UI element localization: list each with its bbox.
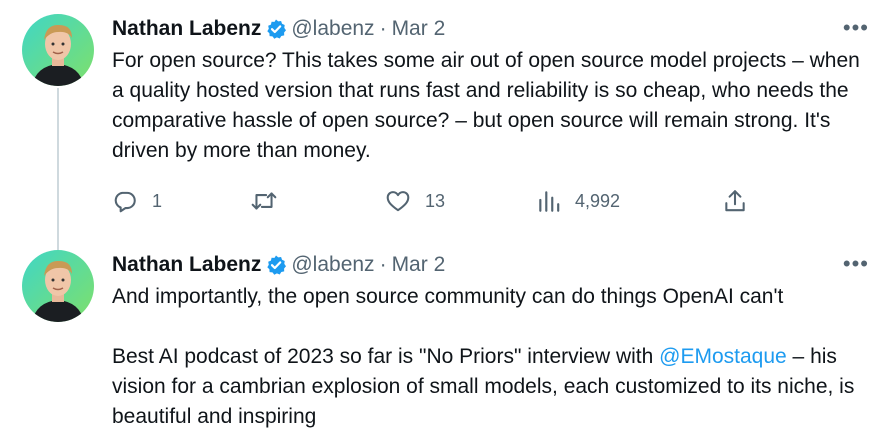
tweet-paragraph: And importantly, the open source communi… xyxy=(112,285,784,308)
reply-icon xyxy=(112,188,138,214)
like-count: 13 xyxy=(425,190,446,211)
tweet-header: Nathan Labenz @labenz · Mar 2 xyxy=(112,14,445,44)
avatar[interactable] xyxy=(22,250,94,322)
more-options-icon[interactable]: ••• xyxy=(843,253,869,275)
tweet-date[interactable]: Mar 2 xyxy=(392,253,446,277)
author-name[interactable]: Nathan Labenz xyxy=(112,17,261,41)
tweet-text-segment: Best AI podcast of 2023 so far is "No Pr… xyxy=(112,345,660,368)
like-button[interactable]: 13 xyxy=(385,185,445,217)
tweet-header: Nathan Labenz @labenz · Mar 2 xyxy=(112,250,445,280)
tweet-text: For open source? This takes some air out… xyxy=(112,46,872,166)
tweet-paragraph: For open source? This takes some air out… xyxy=(112,49,860,162)
header-separator: · xyxy=(379,253,387,276)
retweet-icon xyxy=(250,188,278,214)
author-handle[interactable]: @labenz xyxy=(291,17,374,41)
mention-link[interactable]: @EMostaque xyxy=(659,345,787,368)
tweet-actions: 1 13 4,992 xyxy=(112,185,762,217)
verified-badge-icon[interactable] xyxy=(265,254,287,276)
reply-button[interactable]: 1 xyxy=(112,185,162,217)
tweet-text: And importantly, the open source communi… xyxy=(112,282,872,432)
tweet-date[interactable]: Mar 2 xyxy=(392,17,446,41)
reply-count: 1 xyxy=(152,190,163,211)
retweet-button[interactable] xyxy=(250,185,292,217)
tweet-paragraph: Best AI podcast of 2023 so far is "No Pr… xyxy=(112,342,872,432)
avatar[interactable] xyxy=(22,14,94,86)
views-button[interactable]: 4,992 xyxy=(537,185,620,217)
analytics-bars-icon xyxy=(537,188,561,214)
share-icon xyxy=(722,188,748,214)
tweet[interactable]: Nathan Labenz @labenz · Mar 2 ••• And im… xyxy=(0,244,889,439)
view-count: 4,992 xyxy=(575,190,621,211)
author-handle[interactable]: @labenz xyxy=(291,253,374,277)
header-separator: · xyxy=(379,17,387,40)
share-button[interactable] xyxy=(722,185,748,217)
heart-icon xyxy=(385,188,411,214)
tweet[interactable]: Nathan Labenz @labenz · Mar 2 ••• For op… xyxy=(0,0,889,232)
author-name[interactable]: Nathan Labenz xyxy=(112,253,261,277)
more-options-icon[interactable]: ••• xyxy=(843,17,869,39)
verified-badge-icon[interactable] xyxy=(265,18,287,40)
